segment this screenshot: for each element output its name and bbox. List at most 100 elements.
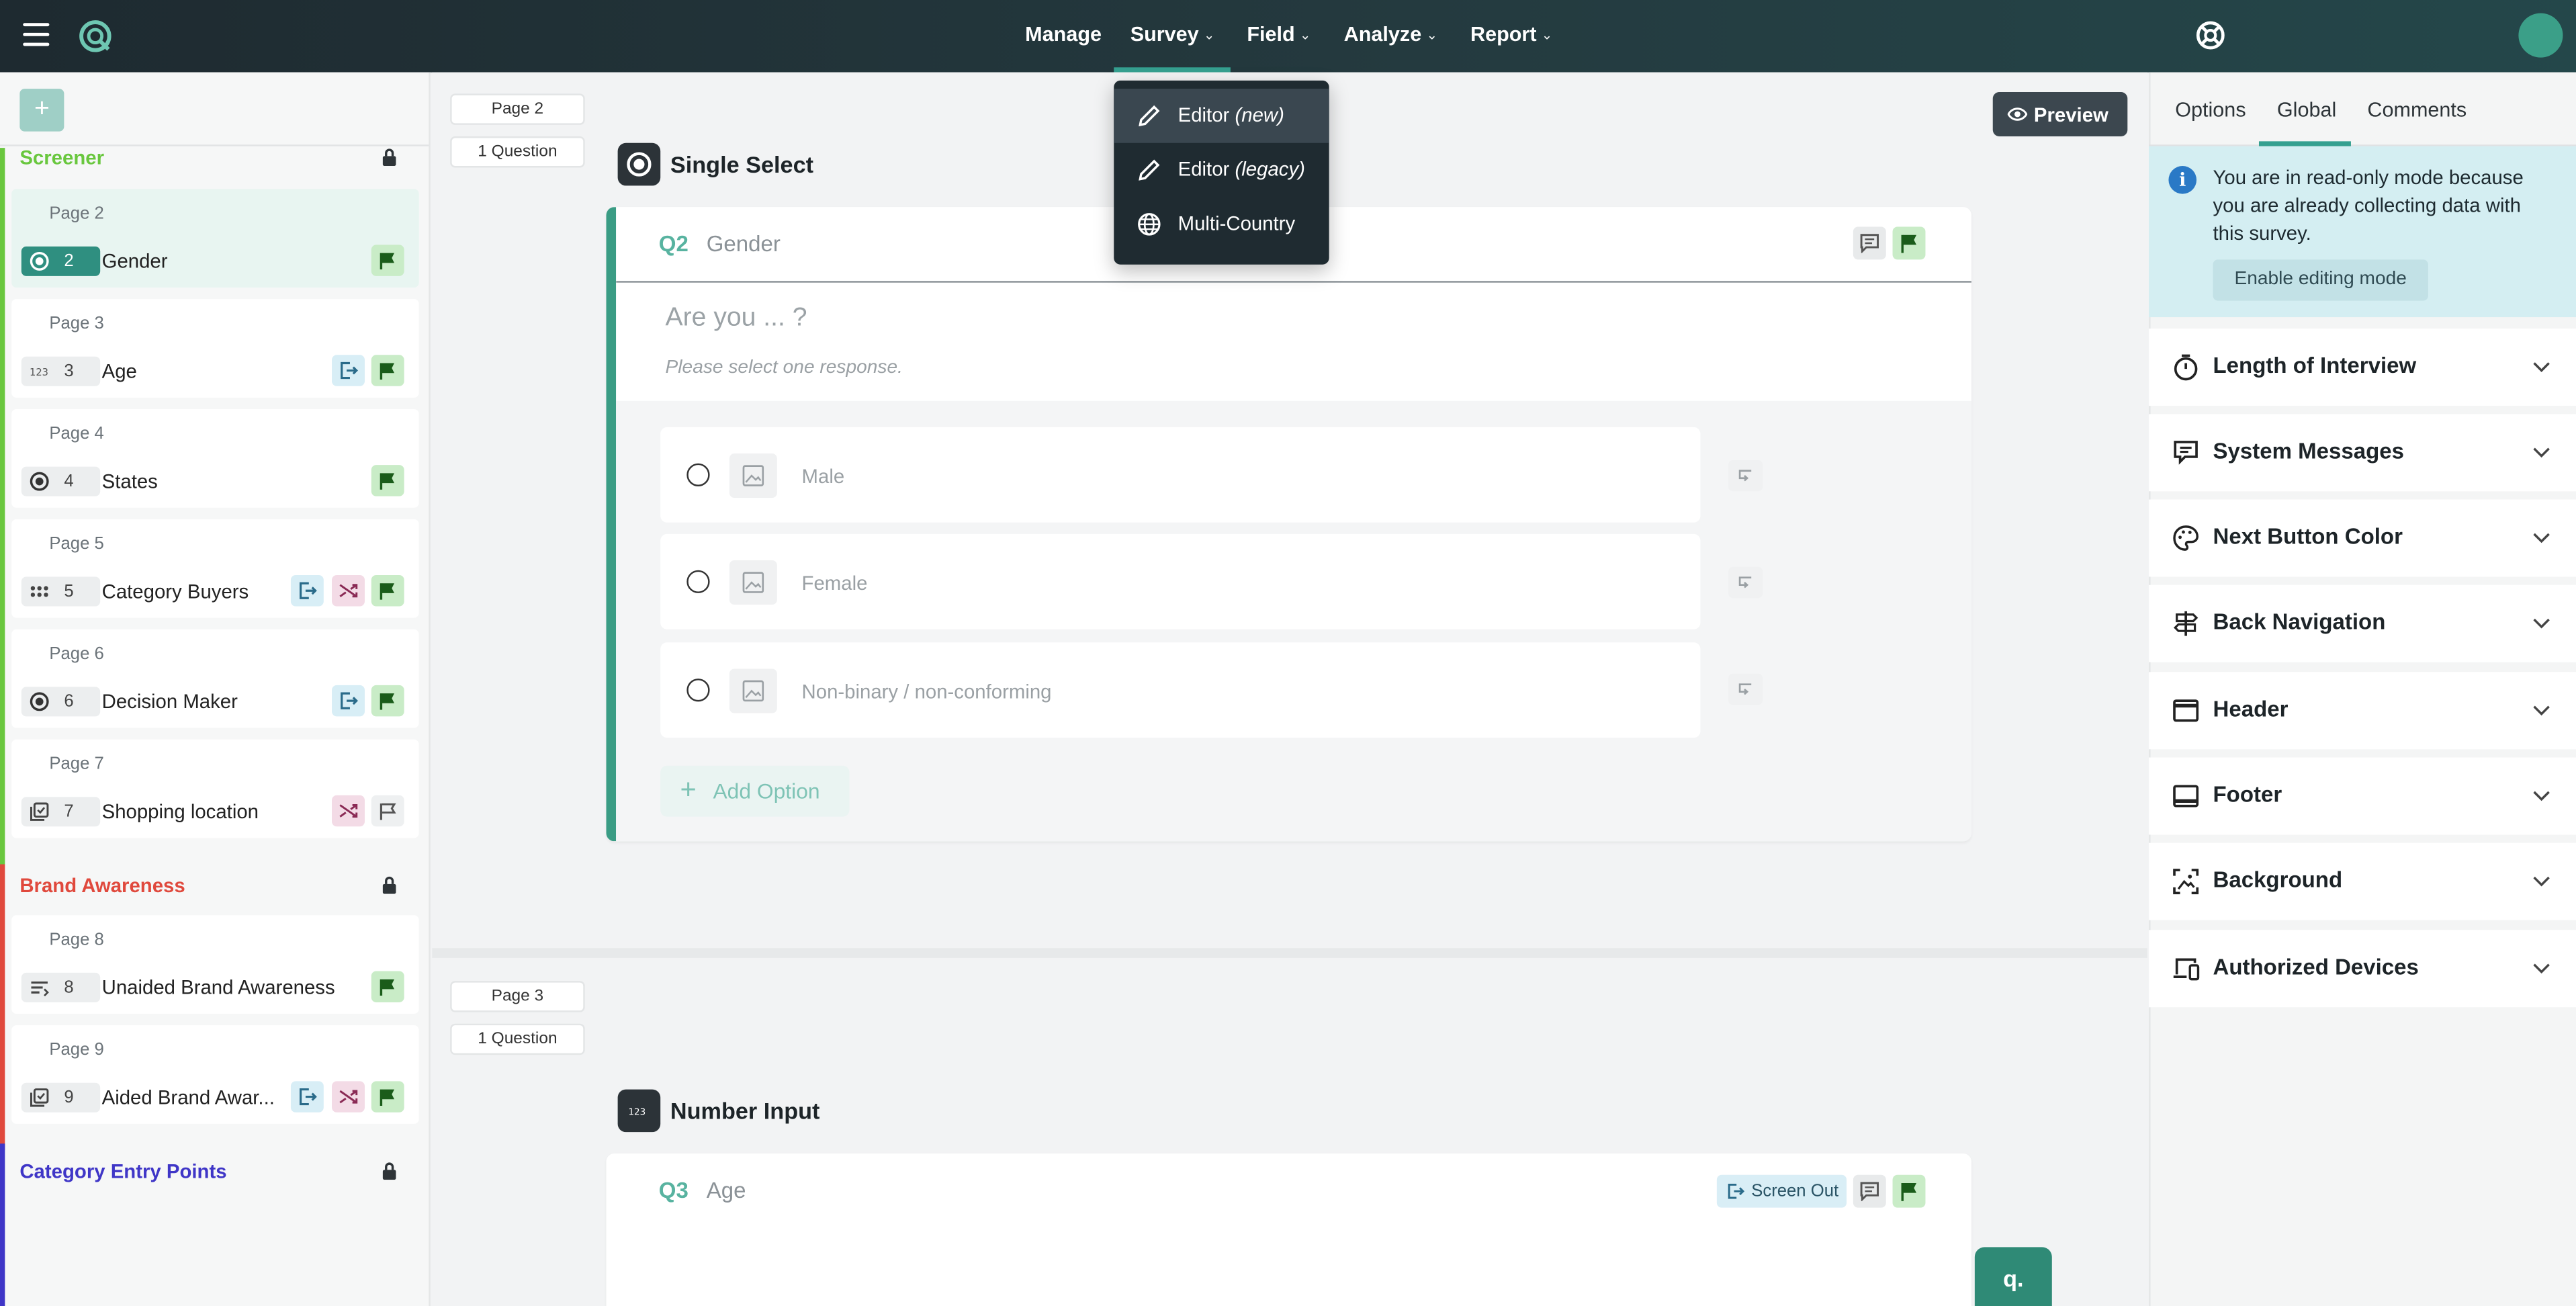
radio-button[interactable] <box>686 679 710 702</box>
flag-icon <box>380 473 394 490</box>
section-indicator-brand-awareness <box>0 864 5 1151</box>
question-number-badge: 8 <box>21 972 101 1002</box>
svg-text:123: 123 <box>629 1107 646 1117</box>
sidebar-card-category-buyers[interactable]: Page 5 5 Category Buyers <box>11 519 419 618</box>
option-logic-button[interactable] <box>1728 566 1763 599</box>
accordion-header[interactable]: Header <box>2149 672 2576 750</box>
image-placeholder[interactable] <box>729 668 777 713</box>
radio-button[interactable] <box>686 463 710 486</box>
question-card-q2[interactable]: Q2 Gender Are you ... ? Please select on… <box>606 207 1971 842</box>
accordion-authorized-devices[interactable]: Authorized Devices <box>2149 930 2576 1008</box>
screen-out-badge[interactable]: Screen Out <box>1716 1174 1847 1208</box>
sidebar-card-shopping-location[interactable]: Page 7 7 Shopping location <box>11 739 419 838</box>
screen-out-tag[interactable] <box>290 575 324 607</box>
tab-global[interactable]: Global <box>2277 99 2336 122</box>
flag-button[interactable] <box>1892 226 1926 260</box>
flag-tag[interactable] <box>371 355 404 386</box>
question-card-q3[interactable]: Q3 Age Screen Out <box>606 1153 1971 1306</box>
accordion-next-button-color[interactable]: Next Button Color <box>2149 499 2576 577</box>
tab-comments[interactable]: Comments <box>2367 99 2467 122</box>
accordion-footer[interactable]: Footer <box>2149 757 2576 835</box>
radio-button[interactable] <box>686 570 710 593</box>
option-label[interactable]: Non-binary / non-conforming <box>802 681 1052 703</box>
nav-analyze[interactable]: Analyze ⌄ <box>1344 23 1437 46</box>
menu-item-editor-legacy[interactable]: Editor (legacy) <box>1114 143 1329 198</box>
flag-tag[interactable] <box>371 465 404 496</box>
comment-button[interactable] <box>1853 226 1886 260</box>
accordion-system-messages[interactable]: System Messages <box>2149 414 2576 492</box>
image-icon <box>742 680 764 702</box>
flag-icon <box>380 363 394 380</box>
flag-button[interactable] <box>1892 1174 1926 1208</box>
randomize-tag[interactable] <box>332 575 365 607</box>
screen-out-tag[interactable] <box>332 355 365 386</box>
section-title-screener[interactable]: Screener <box>19 146 104 169</box>
question-title[interactable]: Gender <box>707 232 781 257</box>
help-lifebuoy-icon[interactable] <box>2195 19 2226 50</box>
accordion-length-of-interview[interactable]: Length of Interview <box>2149 329 2576 406</box>
page-label: Page 9 <box>49 1040 104 1060</box>
menu-item-multi-country[interactable]: Multi-Country <box>1114 197 1329 251</box>
add-page-button[interactable]: + <box>19 89 64 132</box>
question-title[interactable]: Age <box>707 1178 746 1203</box>
app-logo[interactable] <box>77 18 114 54</box>
option-label[interactable]: Female <box>802 572 868 595</box>
flag-tag[interactable] <box>371 1081 404 1113</box>
sidebar-card-states[interactable]: Page 4 4 States <box>11 409 419 508</box>
option-male[interactable]: Male <box>660 427 1701 523</box>
option-female[interactable]: Female <box>660 533 1701 629</box>
question-text[interactable]: Are you ... ? <box>666 304 807 333</box>
comment-icon <box>1860 1182 1879 1201</box>
survey-dropdown-menu: Editor (new) Editor (legacy) Multi-Count… <box>1114 80 1329 265</box>
avatar[interactable] <box>2518 13 2563 58</box>
read-only-notice: i You are in read-only mode because you … <box>2149 146 2576 318</box>
sidebar-card-age[interactable]: Page 3 123 3 Age <box>11 299 419 398</box>
comment-button[interactable] <box>1853 1174 1886 1208</box>
preview-button[interactable]: Preview <box>1992 91 2128 137</box>
question-number-badge: 5 <box>21 576 101 607</box>
flag-icon <box>380 693 394 710</box>
sidebar-card-gender[interactable]: Page 2 2 Gender <box>11 189 419 288</box>
question-name: States <box>101 470 158 493</box>
image-placeholder[interactable] <box>729 453 777 498</box>
randomize-tag[interactable] <box>332 1081 365 1113</box>
flag-tag[interactable] <box>371 245 404 276</box>
section-title-brand-awareness[interactable]: Brand Awareness <box>19 874 185 897</box>
tab-options[interactable]: Options <box>2175 99 2246 122</box>
nav-field[interactable]: Field ⌄ <box>1247 23 1311 46</box>
randomize-tag[interactable] <box>332 795 365 827</box>
option-non-binary[interactable]: Non-binary / non-conforming <box>660 642 1701 738</box>
flag-tag[interactable] <box>371 575 404 607</box>
image-placeholder[interactable] <box>729 560 777 605</box>
section-title-category-entry-points[interactable]: Category Entry Points <box>19 1160 226 1183</box>
accordion-back-navigation[interactable]: Back Navigation <box>2149 584 2576 662</box>
message-icon <box>2174 441 2198 465</box>
question-hint[interactable]: Please select one response. <box>666 358 903 378</box>
chat-launcher-button[interactable]: q. <box>1974 1247 2052 1306</box>
nav-active-indicator <box>1114 67 1231 73</box>
enable-editing-button[interactable]: Enable editing mode <box>2213 259 2428 301</box>
accordion-background[interactable]: Background <box>2149 842 2576 920</box>
menu-item-editor-new[interactable]: Editor (new) <box>1114 89 1329 143</box>
tab-active-indicator <box>2258 141 2351 146</box>
sidebar-card-unaided-brand-awareness[interactable]: Page 8 8 Unaided Brand Awareness <box>11 915 419 1014</box>
add-option-button[interactable]: + Add Option <box>660 765 850 817</box>
sidebar-card-decision-maker[interactable]: Page 6 6 Decision Maker <box>11 629 419 728</box>
screen-out-tag[interactable] <box>290 1081 324 1113</box>
nav-report[interactable]: Report ⌄ <box>1470 23 1552 46</box>
chevron-down-icon: ⌄ <box>1300 28 1311 43</box>
hamburger-menu-icon[interactable] <box>23 23 50 46</box>
flag-tag[interactable] <box>371 685 404 717</box>
sidebar-card-aided-brand-awareness[interactable]: Page 9 9 Aided Brand Awar... <box>11 1025 419 1124</box>
nav-manage[interactable]: Manage <box>1025 23 1102 46</box>
option-logic-button[interactable] <box>1728 673 1763 705</box>
question-name: Aided Brand Awar... <box>101 1086 275 1109</box>
flag-outline-tag[interactable] <box>371 795 404 827</box>
grid-icon <box>30 586 48 597</box>
screen-out-tag[interactable] <box>332 685 365 717</box>
nav-survey[interactable]: Survey ⌄ <box>1130 23 1215 46</box>
option-logic-button[interactable] <box>1728 460 1763 492</box>
flag-tag[interactable] <box>371 971 404 1002</box>
question-number-badge: 4 <box>21 466 101 496</box>
option-label[interactable]: Male <box>802 465 845 488</box>
